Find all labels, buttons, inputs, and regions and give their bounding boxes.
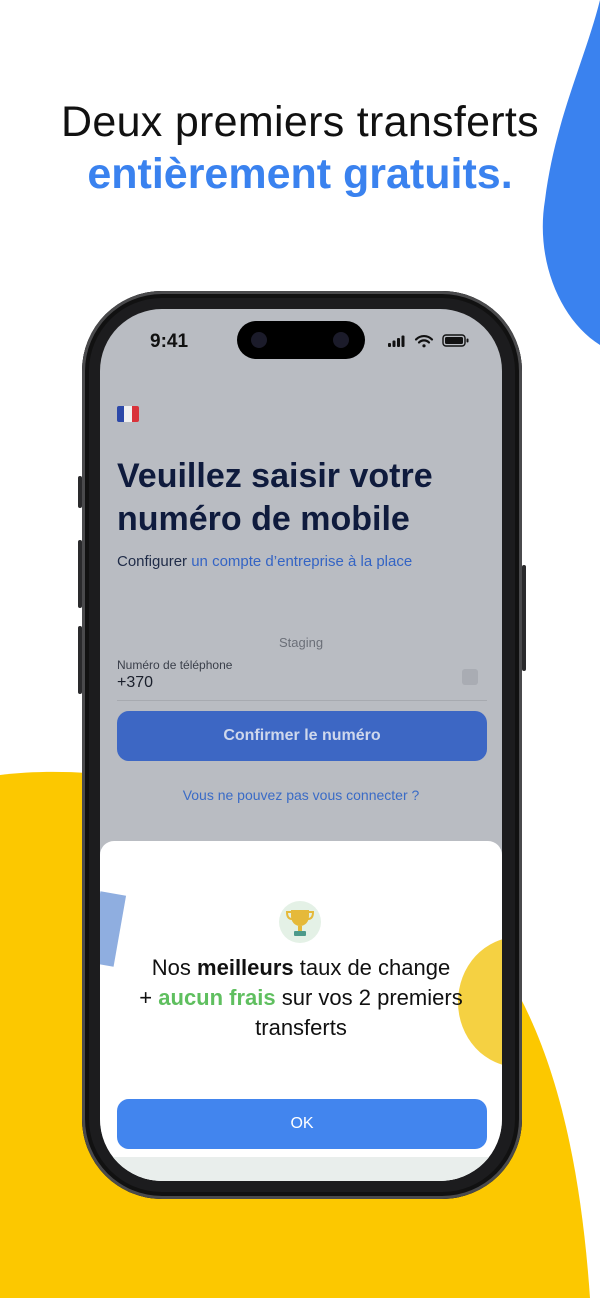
promo-text-bold: meilleurs — [197, 955, 294, 980]
ok-button[interactable]: OK — [117, 1099, 487, 1149]
promo-bottom-sheet: Nos meilleurs taux de change + aucun fra… — [100, 841, 502, 1181]
contacts-icon[interactable] — [462, 669, 478, 685]
decorative-blue-shape — [100, 891, 127, 967]
status-bar: 9:41 — [100, 309, 502, 369]
promo-text-1: Nos — [151, 955, 198, 980]
sheet-bottom-strip — [100, 1157, 502, 1181]
phone-screen: 9:41 Veuillez saisir votre numéro de mob… — [100, 309, 502, 1181]
headline-line-1: Deux premiers transferts — [61, 98, 539, 146]
headline-line-2: entièrement gratuits. — [87, 150, 513, 198]
camera-icon — [333, 332, 349, 348]
sensor-icon — [251, 332, 267, 348]
phone-power-button — [522, 565, 526, 671]
promo-text-green: aucun frais — [158, 985, 276, 1010]
business-account-link[interactable]: un compte d’entreprise à la place — [191, 553, 412, 570]
trophy-icon — [279, 901, 321, 943]
promo-text-2: taux de change — [293, 955, 451, 980]
subtitle-prefix: Configurer — [117, 553, 188, 570]
phone-volume-up-button — [78, 540, 82, 608]
france-flag-icon[interactable] — [117, 406, 139, 422]
dynamic-island — [237, 321, 365, 359]
phone-volume-down-button — [78, 626, 82, 694]
phone-number-input[interactable]: +370 — [117, 674, 153, 692]
promo-message: Nos meilleurs taux de change + aucun fra… — [130, 953, 472, 1043]
signal-icon — [388, 335, 405, 347]
environment-label: Staging — [278, 635, 324, 650]
wifi-icon — [414, 335, 434, 348]
promo-text-plus: + — [139, 985, 159, 1010]
status-time: 9:41 — [150, 331, 189, 352]
cant-connect-link[interactable]: Vous ne pouvez pas vous connecter ? — [100, 787, 502, 803]
business-account-prompt: Configurer un compte d’entreprise à la p… — [117, 553, 412, 570]
page-title: Veuillez saisir votre numéro de mobile — [117, 457, 433, 538]
phone-field-label: Numéro de téléphone — [117, 658, 233, 672]
status-icons — [388, 334, 469, 348]
battery-icon — [442, 334, 469, 347]
phone-field-underline — [117, 700, 487, 701]
headline: Deux premiers transferts entièrement gra… — [0, 96, 600, 200]
phone-action-button — [78, 476, 82, 508]
confirm-number-button[interactable]: Confirmer le numéro — [117, 711, 487, 761]
promo-text-3: sur vos 2 premiers transferts — [255, 985, 463, 1040]
